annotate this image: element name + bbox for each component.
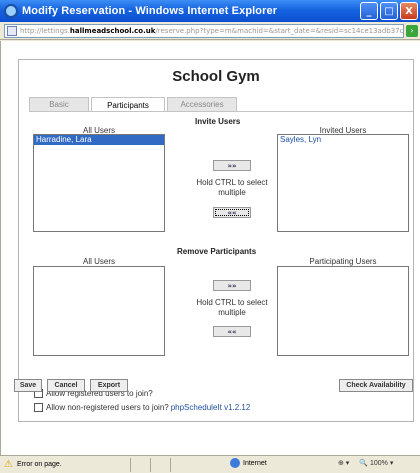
tab-accessories[interactable]: Accessories: [167, 97, 237, 111]
url-prefix: http://lettings.: [20, 27, 70, 35]
invite-ctrl-hint: Hold CTRL to select multiple: [196, 178, 268, 197]
page-icon: [7, 26, 17, 36]
url-field[interactable]: http://lettings. hallmeadschool.co.uk/res…: [4, 24, 404, 38]
list-item[interactable]: Harradine, Lara: [34, 135, 164, 145]
zoom-value: 100%: [370, 460, 388, 467]
participating-users-label: Participating Users: [309, 257, 377, 266]
security-zone: Internet: [243, 459, 267, 467]
participant-ctrl-hint: Hold CTRL to select multiple: [196, 298, 268, 317]
go-arrow-icon[interactable]: ›: [406, 25, 418, 37]
close-button[interactable]: X: [400, 2, 418, 20]
participating-users-list[interactable]: [277, 266, 409, 356]
participants-panel: Invite Users All Users Invited Users Har…: [29, 111, 413, 393]
page-title: School Gym: [172, 68, 260, 85]
check-availability-button[interactable]: Check Availability: [339, 379, 413, 392]
tab-basic[interactable]: Basic: [29, 97, 89, 111]
all-users-list[interactable]: Harradine, Lara: [33, 134, 165, 232]
version-footer: phpScheduleIt v1.2.12: [170, 403, 251, 412]
url-suffix: /reserve.php?type=m&machid=&start_date=&…: [155, 27, 404, 35]
all-users-list-2[interactable]: [33, 266, 165, 356]
minimize-button[interactable]: _: [360, 2, 378, 20]
warning-icon[interactable]: ⚠: [4, 459, 14, 470]
tab-bar: Basic Participants Accessories: [29, 97, 239, 112]
tab-participants[interactable]: Participants: [91, 97, 165, 112]
window-title: Modify Reservation - Windows Internet Ex…: [22, 5, 278, 17]
status-divider: [170, 457, 190, 472]
invited-users-list[interactable]: Sayles, Lyn: [277, 134, 409, 232]
participant-remove-button[interactable]: ««: [213, 326, 251, 337]
invite-remove-button[interactable]: ««: [213, 207, 251, 218]
page-viewport: School Gym Basic Participants Accessorie…: [0, 41, 420, 455]
globe-icon: [230, 458, 240, 468]
cancel-button[interactable]: Cancel: [47, 379, 85, 392]
status-divider: [130, 457, 150, 472]
url-domain: hallmeadschool.co.uk: [69, 27, 156, 35]
reservation-form: School Gym Basic Participants Accessorie…: [18, 59, 414, 422]
all-users-label-2: All Users: [82, 257, 115, 266]
status-message[interactable]: Error on page.: [17, 461, 62, 468]
export-button[interactable]: Export: [90, 379, 128, 392]
list-item[interactable]: Sayles, Lyn: [278, 135, 408, 145]
participant-add-button[interactable]: »»: [213, 280, 251, 291]
invite-users-title: Invite Users: [195, 117, 241, 126]
window-title-bar[interactable]: Modify Reservation - Windows Internet Ex…: [0, 0, 420, 22]
maximize-button[interactable]: □: [380, 2, 398, 20]
address-bar: http://lettings. hallmeadschool.co.uk/res…: [0, 22, 420, 40]
zoom-level[interactable]: 🔍 100% ▾: [359, 459, 393, 467]
remove-participants-title: Remove Participants: [177, 247, 257, 256]
status-divider: [150, 457, 170, 472]
save-button[interactable]: Save: [14, 379, 42, 392]
ie-logo-icon: [4, 4, 18, 18]
invite-add-button[interactable]: »»: [213, 160, 251, 171]
protected-mode-icon[interactable]: ⊕ ▾: [338, 459, 349, 467]
status-bar: ⚠ Error on page. Internet ⊕ ▾ 🔍 100% ▾: [0, 455, 420, 473]
